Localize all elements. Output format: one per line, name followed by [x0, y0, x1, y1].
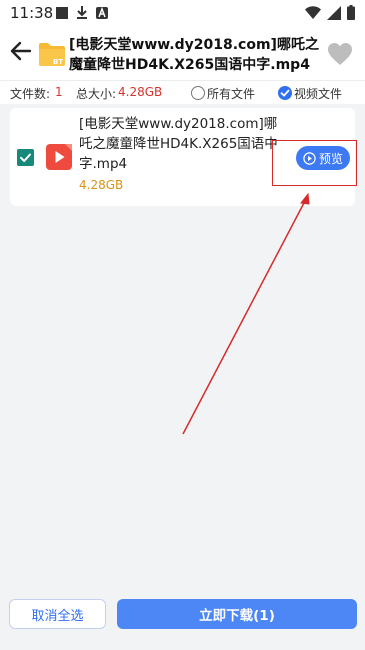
filter-all-label[interactable]: 所有文件	[207, 85, 255, 102]
filter-video-label[interactable]: 视频文件	[294, 85, 342, 102]
favorite-heart-icon[interactable]	[327, 42, 353, 66]
wifi-icon	[305, 6, 321, 19]
file-name: [电影天堂www.dy2018.com]哪吒之魔童降世HD4K.X265国语中字…	[79, 116, 278, 172]
filter-video-radio[interactable]	[278, 86, 292, 100]
download-icon	[77, 6, 87, 19]
a-logo-icon	[96, 6, 108, 19]
annotation-highlight-box	[272, 140, 357, 186]
app-header: BT [电影天堂www.dy2018.com]哪吒之魔童降世HD4K.X265国…	[0, 26, 365, 80]
status-bar: 11:38	[0, 0, 365, 26]
svg-text:BT: BT	[53, 58, 63, 66]
square-notification-icon	[56, 6, 68, 19]
info-bar: 文件数: 1 总大小: 4.28GB 所有文件 视频文件	[0, 80, 365, 104]
signal-icon	[327, 5, 341, 20]
file-checkbox[interactable]	[17, 149, 34, 166]
status-notification-icons	[56, 6, 108, 19]
download-now-button[interactable]: 立即下载(1)	[117, 599, 357, 629]
bt-folder-icon: BT	[39, 43, 65, 66]
file-count-value: 1	[55, 85, 63, 99]
bottom-action-bar: 取消全选 立即下载(1)	[0, 592, 365, 650]
total-size-value: 4.28GB	[118, 85, 163, 99]
torrent-title: [电影天堂www.dy2018.com]哪吒之魔童降世HD4K.X265国语中字…	[69, 37, 319, 73]
total-size-label: 总大小:	[76, 87, 117, 101]
file-count-label: 文件数:	[10, 87, 51, 101]
back-arrow-icon[interactable]	[8, 38, 34, 64]
status-system-icons	[305, 5, 355, 20]
file-size: 4.28GB	[79, 178, 124, 192]
deselect-all-button[interactable]: 取消全选	[9, 599, 106, 629]
filter-all-radio[interactable]	[191, 86, 205, 100]
video-file-icon	[46, 144, 72, 170]
battery-icon	[347, 5, 355, 20]
status-time: 11:38	[10, 4, 54, 22]
